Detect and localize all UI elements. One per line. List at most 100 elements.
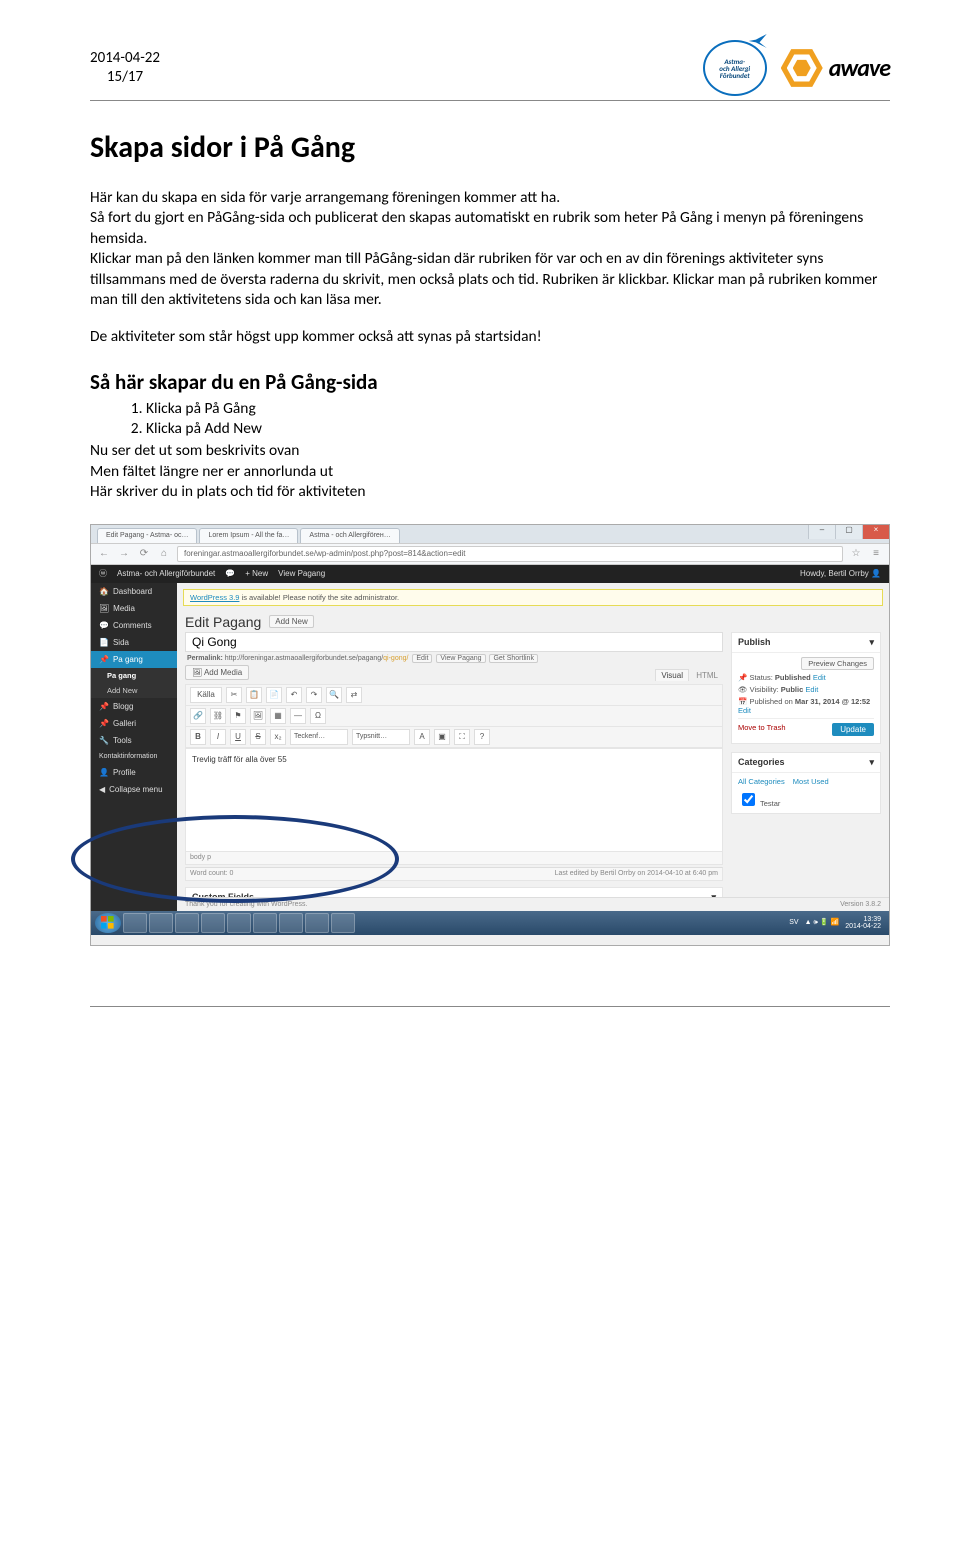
wp-view-link[interactable]: View Pagang (278, 569, 325, 578)
sidebar-item-media[interactable]: 🖼 Media (91, 600, 177, 617)
sidebar-item-pagang[interactable]: 📌 Pa gang (91, 651, 177, 668)
taskbar-app-icon[interactable] (331, 913, 355, 933)
tab-most-used[interactable]: Most Used (793, 777, 829, 786)
reload-icon[interactable]: ⟳ (137, 547, 151, 561)
tb-color-icon[interactable]: A (414, 729, 430, 745)
wp-main: WordPress 3.9 is available! Please notif… (177, 583, 889, 911)
start-button-icon[interactable] (95, 913, 121, 933)
wp-site-link[interactable]: Astma- och Allergiförbundet (117, 569, 215, 578)
taskbar-app-icon[interactable] (149, 913, 173, 933)
bookmark-icon[interactable]: ☆ (849, 547, 863, 561)
taskbar-app-icon[interactable] (175, 913, 199, 933)
tab-visual[interactable]: Visual (655, 669, 689, 681)
tb-bgcolor-icon[interactable]: ▣ (434, 729, 450, 745)
tb-paste-icon[interactable]: 📄 (266, 687, 282, 703)
sidebar-item-galleri[interactable]: 📌 Galleri (91, 715, 177, 732)
wp-new-link[interactable]: + New (245, 569, 268, 578)
sidebar-sub-pagang[interactable]: Pa gang (91, 668, 177, 683)
permalink-shortlink-button[interactable]: Get Shortlink (489, 654, 537, 663)
permalink-view-button[interactable]: View Pagang (436, 654, 485, 663)
tb-underline-icon[interactable]: U (230, 729, 246, 745)
tab-html[interactable]: HTML (691, 670, 723, 681)
page-header: 2014-04-22 15/17 Astma- och Allergi Förb… (90, 40, 890, 101)
window-min-icon[interactable]: – (808, 525, 835, 539)
tb-italic-icon[interactable]: I (210, 729, 226, 745)
tb-strike-icon[interactable]: S (250, 729, 266, 745)
sidebar-item-dashboard[interactable]: 🏠 Dashboard (91, 583, 177, 600)
after-step-3: Här skriver du in plats och tid för akti… (90, 482, 890, 502)
sidebar-item-comments[interactable]: 💬 Comments (91, 617, 177, 634)
browser-tab-2[interactable]: Lorem Ipsum - All the fa… (199, 528, 298, 543)
browser-tab-3[interactable]: Astma - och Allergiförен… (300, 528, 399, 543)
schedule-edit-link[interactable]: Edit (738, 706, 751, 715)
taskbar-app-icon[interactable] (201, 913, 225, 933)
tb-image-icon[interactable]: 🖼 (250, 708, 266, 724)
sidebar-item-profile[interactable]: 👤 Profile (91, 764, 177, 781)
collapse-icon[interactable]: ▾ (869, 757, 874, 768)
add-media-button[interactable]: 🖼 Add Media (185, 665, 249, 680)
sidebar-sub-addnew[interactable]: Add New (91, 683, 177, 698)
editor-content[interactable]: Trevlig träff för alla över 55 (185, 749, 723, 852)
tb-hr-icon[interactable]: ― (290, 708, 306, 724)
update-button[interactable]: Update (832, 723, 874, 736)
tb-table-icon[interactable]: ▦ (270, 708, 286, 724)
wp-logo-icon[interactable]: ⓦ (99, 568, 107, 579)
back-icon[interactable]: ← (97, 547, 111, 561)
tb-link-icon[interactable]: 🔗 (190, 708, 206, 724)
tb-kalla-button[interactable]: Källa (190, 687, 222, 703)
sidebar-item-blogg[interactable]: 📌 Blogg (91, 698, 177, 715)
window-close-icon[interactable]: × (862, 525, 889, 539)
tb-redo-icon[interactable]: ↷ (306, 687, 322, 703)
wp-howdy[interactable]: Howdy, Bertil Orrby 👤 (800, 569, 881, 578)
status-edit-link[interactable]: Edit (813, 673, 826, 682)
tb-undo-icon[interactable]: ↶ (286, 687, 302, 703)
tb-copy-icon[interactable]: 📋 (246, 687, 262, 703)
tb-sub-icon[interactable]: x₂ (270, 729, 286, 745)
tb-char-icon[interactable]: Ω (310, 708, 326, 724)
tb-replace-icon[interactable]: ⇄ (346, 687, 362, 703)
tb-cut-icon[interactable]: ✂ (226, 687, 242, 703)
forward-icon[interactable]: → (117, 547, 131, 561)
window-max-icon[interactable]: ▢ (835, 525, 862, 539)
add-new-button[interactable]: Add New (269, 615, 313, 628)
windows-taskbar: SV ▲ 🕪 🔋 📶 13:39 2014-04-22 (91, 911, 889, 935)
tab-all-categories[interactable]: All Categories (738, 777, 785, 786)
taskbar-app-icon[interactable] (279, 913, 303, 933)
wp-comments-icon[interactable]: 💬 (225, 569, 235, 578)
sidebar-item-kontakt[interactable]: Kontaktinformation (91, 749, 177, 764)
tb-font-select[interactable]: Teckenf… (290, 729, 348, 745)
system-tray[interactable]: SV ▲ 🕪 🔋 📶 13:39 2014-04-22 (789, 916, 885, 930)
tb-find-icon[interactable]: 🔍 (326, 687, 342, 703)
publish-header[interactable]: Publish▾ (732, 633, 880, 653)
wp-update-link[interactable]: WordPress 3.9 (190, 593, 239, 602)
taskbar-app-icon[interactable] (305, 913, 329, 933)
tb-unlink-icon[interactable]: ⛓ (210, 708, 226, 724)
tb-maximize-icon[interactable]: ⛶ (454, 729, 470, 745)
trash-link[interactable]: Move to Trash (738, 723, 786, 732)
sidebar-collapse[interactable]: ◀ Collapse menu (91, 781, 177, 798)
browser-toolbar: ← → ⟳ ⌂ foreningar.astmaoallergiforbunde… (91, 543, 889, 565)
collapse-icon[interactable]: ▾ (869, 637, 874, 648)
menu-icon[interactable]: ≡ (869, 547, 883, 561)
browser-tab-1[interactable]: Edit Pagang - Astma- oc… (97, 528, 197, 543)
category-checkbox[interactable]: Testar (738, 790, 874, 809)
tb-anchor-icon[interactable]: ⚑ (230, 708, 246, 724)
last-edited: Last edited by Bertil Orrby on 2014-04-1… (555, 870, 718, 877)
post-title-input[interactable] (185, 632, 723, 652)
tb-typeface-select[interactable]: Typsnitt… (352, 729, 410, 745)
categories-header[interactable]: Categories▾ (732, 753, 880, 773)
tb-help-icon[interactable]: ? (474, 729, 490, 745)
address-bar[interactable]: foreningar.astmaoallergiforbundet.se/wp-… (177, 546, 843, 562)
sidebar-item-sida[interactable]: 📄 Sida (91, 634, 177, 651)
sidebar-item-tools[interactable]: 🔧 Tools (91, 732, 177, 749)
visibility-edit-link[interactable]: Edit (805, 685, 818, 694)
taskbar-app-icon[interactable] (253, 913, 277, 933)
astma-allergi-logo: Astma- och Allergi Förbundet (703, 40, 767, 96)
home-icon[interactable]: ⌂ (157, 547, 171, 561)
tb-bold-icon[interactable]: B (190, 729, 206, 745)
taskbar-app-icon[interactable] (227, 913, 251, 933)
wordpress-screenshot: – ▢ × Edit Pagang - Astma- oc… Lorem Ips… (90, 524, 890, 946)
permalink-edit-button[interactable]: Edit (412, 654, 432, 663)
taskbar-app-icon[interactable] (123, 913, 147, 933)
preview-button[interactable]: Preview Changes (801, 657, 874, 670)
